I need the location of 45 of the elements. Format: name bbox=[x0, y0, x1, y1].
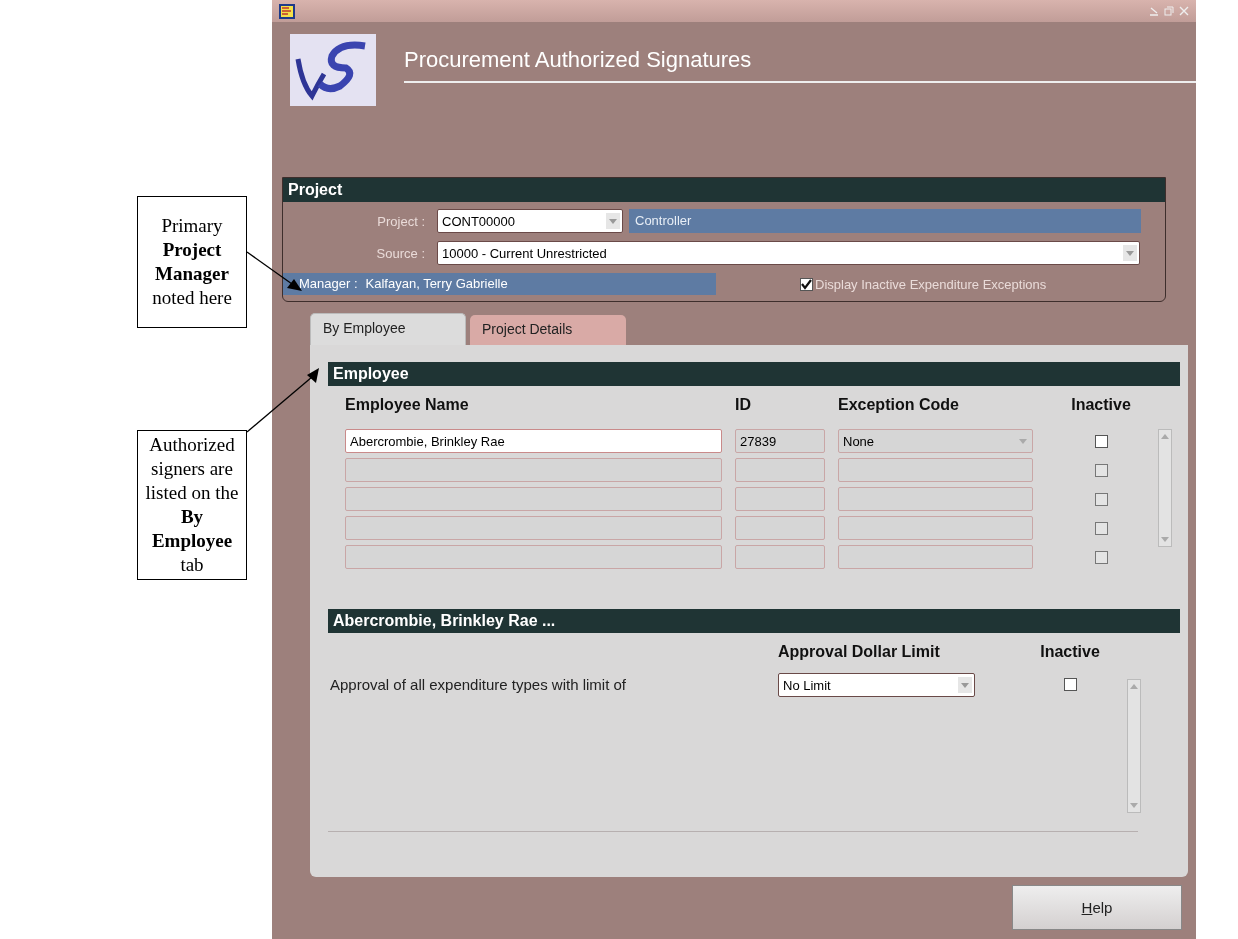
callout-note: Authorized signers are listed on the By Employee tab bbox=[144, 433, 240, 577]
column-header: Approval Dollar Limit bbox=[778, 642, 941, 662]
restore-icon[interactable] bbox=[1163, 5, 1175, 17]
scrollbar[interactable] bbox=[1158, 429, 1172, 547]
close-icon[interactable] bbox=[1178, 5, 1190, 17]
column-header: ID bbox=[735, 395, 752, 415]
app-icon bbox=[278, 2, 296, 20]
scroll-down-icon[interactable] bbox=[1130, 803, 1138, 808]
limit-description: Approval of all expenditure types with limit of bbox=[330, 675, 627, 693]
column-header: Employee Name bbox=[345, 395, 470, 415]
scroll-down-icon[interactable] bbox=[1161, 537, 1169, 542]
id-field: 27839 bbox=[735, 429, 825, 453]
tab[interactable]: Project Details bbox=[470, 315, 626, 345]
field-label: Source : bbox=[375, 245, 425, 261]
column-header: Inactive bbox=[1039, 642, 1101, 662]
limit-combo[interactable]: No Limit bbox=[778, 673, 975, 697]
tab[interactable]: By Employee bbox=[310, 313, 466, 345]
name-field[interactable] bbox=[345, 516, 722, 540]
scroll-up-icon[interactable] bbox=[1161, 434, 1169, 439]
callout-note: Primary Project Manager noted here bbox=[151, 214, 233, 310]
column-header: Inactive bbox=[1070, 395, 1132, 415]
scroll-up-icon[interactable] bbox=[1130, 684, 1138, 689]
section-header: Project bbox=[283, 178, 1165, 202]
name-field[interactable] bbox=[345, 545, 722, 569]
exception-code-combo[interactable] bbox=[838, 487, 1033, 511]
minimize-icon[interactable] bbox=[1148, 5, 1160, 17]
name-field[interactable] bbox=[345, 458, 722, 482]
help-button[interactable]: Help bbox=[1012, 885, 1182, 930]
exception-code-combo[interactable] bbox=[838, 516, 1033, 540]
project-combo[interactable]: CONT00000 bbox=[437, 209, 623, 233]
checkmark-icon bbox=[801, 278, 812, 290]
manager-field: Manager : Kalfayan, Terry Gabrielle bbox=[283, 273, 716, 295]
scrollbar[interactable] bbox=[1127, 679, 1141, 813]
field-label: Project : bbox=[376, 213, 425, 229]
column-header: Exception Code bbox=[838, 395, 960, 415]
form-title: Procurement Authorized Signatures bbox=[404, 47, 752, 73]
name-field[interactable] bbox=[345, 487, 722, 511]
exception-code-combo[interactable] bbox=[838, 458, 1033, 482]
project-description: Controller bbox=[629, 209, 1141, 233]
name-field[interactable]: Abercrombie, Brinkley Rae bbox=[345, 429, 722, 453]
section-header: Employee bbox=[328, 362, 1180, 386]
section-header: Abercrombie, Brinkley Rae ... bbox=[328, 609, 1180, 633]
source-combo[interactable]: 10000 - Current Unrestricted bbox=[437, 241, 1140, 265]
exception-code-combo[interactable] bbox=[838, 545, 1033, 569]
exception-code-combo[interactable]: None bbox=[838, 429, 1033, 453]
